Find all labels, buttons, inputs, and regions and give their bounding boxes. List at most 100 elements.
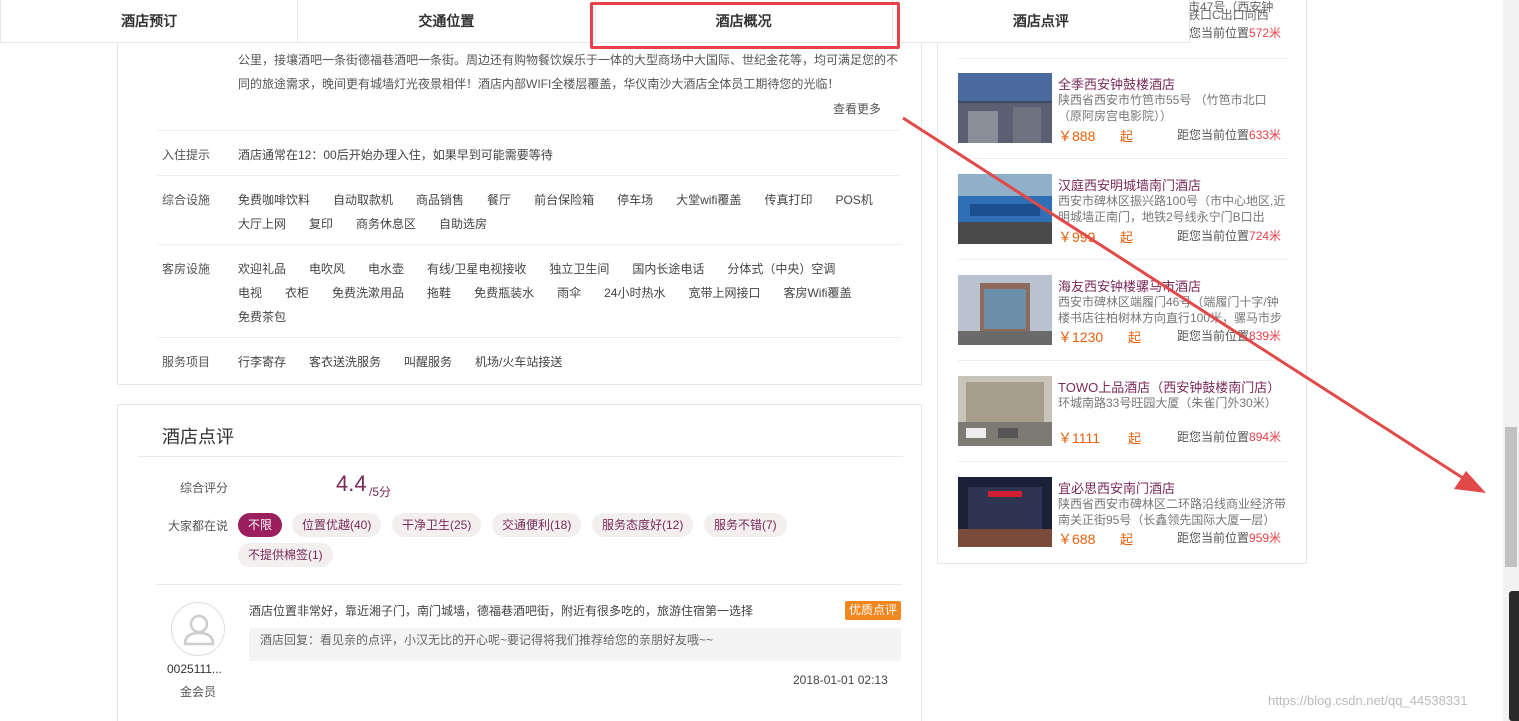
distance-value: 572米: [1249, 26, 1282, 40]
divider: [138, 456, 903, 457]
side-widget: [1509, 591, 1519, 721]
divider: [157, 584, 902, 585]
facility-item: 欢迎礼品: [238, 262, 287, 276]
facility-item: 免费洗漱用品: [332, 286, 405, 300]
hotel-photo[interactable]: [958, 275, 1052, 345]
hotel-photo[interactable]: [958, 477, 1052, 547]
facility-item: 商务休息区: [356, 217, 417, 231]
tag-all[interactable]: 不限: [238, 513, 283, 537]
hotel-name-link[interactable]: 海友西安钟楼骡马市酒店: [1058, 276, 1288, 295]
distance-prefix: 距您当前位置: [1177, 128, 1250, 142]
hotel-price: ￥888: [1058, 128, 1096, 144]
hotel-name-link[interactable]: TOWO上品酒店（西安钟鼓楼南门店）: [1058, 377, 1288, 396]
scrollbar-thumb[interactable]: [1505, 427, 1517, 567]
review-tag[interactable]: 服务态度好(12): [592, 513, 694, 537]
service-item: 机场/火车站接送: [475, 355, 563, 369]
facility-item: 衣柜: [285, 286, 310, 300]
score-label: 综合评分: [180, 481, 229, 495]
facility-item: 国内长途电话: [632, 262, 705, 276]
hotel-distance: 距您当前位置572米: [1177, 24, 1281, 41]
reviews-title: 酒店点评: [162, 427, 234, 447]
divider: [958, 58, 1288, 59]
divider: [157, 244, 900, 245]
hotel-address-fragment: 铁口C出口向西: [1188, 8, 1269, 22]
hotel-distance: 距您当前位置839米: [1177, 327, 1281, 344]
watermark: https://blog.csdn.net/qq_44538331: [1268, 693, 1468, 708]
distance-prefix: 距您当前位置: [1177, 430, 1250, 444]
facility-item: 电视: [238, 286, 263, 300]
facility-item: 大厅上网: [238, 217, 287, 231]
hotel-photo[interactable]: [958, 376, 1052, 446]
facility-item: POS机: [835, 193, 873, 207]
facility-item: 自助选房: [439, 217, 488, 231]
hotel-price: ￥688: [1058, 531, 1096, 547]
facility-item: 免费瓶装水: [474, 286, 535, 300]
room-facilities-row: 电视 衣柜 免费洗漱用品 拖鞋 免费瓶装水 雨伞 24小时热水 宽带上网接口 客…: [238, 284, 874, 301]
facility-item: 电吹风: [309, 262, 346, 276]
divider: [958, 259, 1288, 260]
tab-booking[interactable]: 酒店预订: [1, 0, 299, 42]
price-from-label: 起: [1120, 230, 1134, 245]
divider: [958, 461, 1288, 462]
hotel-photo[interactable]: [958, 174, 1052, 244]
tab-overview[interactable]: 酒店概况: [596, 0, 893, 42]
hotel-address: 西安市碑林区端履门46号（端履门十字/钟楼书店往柏树林方向直行100米，骡马市步: [1058, 295, 1283, 325]
tab-location[interactable]: 交通位置: [298, 0, 596, 42]
review-tag[interactable]: 服务不错(7): [704, 513, 787, 537]
hotel-reply: 酒店回复：看见亲的点评，小汉无比的开心呢~要记得将我们推荐给您的亲朋好友哦~~: [249, 628, 901, 661]
review-user-name: 0025111...: [167, 662, 222, 676]
divider: [958, 360, 1288, 361]
distance-prefix: 距您当前位置: [1177, 531, 1250, 545]
intro-line: 公里，接壤酒吧一条街德福巷酒吧一条街。周边还有购物餐饮娱乐于一体的大型商场中大国…: [238, 53, 899, 67]
review-tag[interactable]: 干净卫生(25): [392, 513, 482, 537]
facility-item: 停车场: [617, 193, 654, 207]
score-value: 4.4: [336, 471, 367, 496]
room-facilities-row: 欢迎礼品 电吹风 电水壶 有线/卫星电视接收 独立卫生间 国内长途电话 分体式（…: [238, 260, 858, 277]
review-user-level: 金会员: [180, 685, 217, 699]
room-facilities-label: 客房设施: [162, 262, 211, 276]
hotel-photo[interactable]: [958, 73, 1052, 143]
service-item: 叫醒服务: [404, 355, 453, 369]
avatar: [171, 602, 225, 656]
view-more-link[interactable]: 查看更多: [833, 100, 881, 117]
hotel-name-link[interactable]: 汉庭西安明城墙南门酒店: [1058, 175, 1288, 194]
facility-item: 自动取款机: [333, 193, 394, 207]
facility-item: 餐厅: [487, 193, 512, 207]
facility-item: 客房Wifi覆盖: [783, 286, 852, 300]
facility-item: 独立卫生间: [549, 262, 610, 276]
price-from-label: 起: [1120, 532, 1134, 547]
tab-bar: 酒店预订 交通位置 酒店概况 酒店点评: [0, 0, 1190, 43]
facility-item: 分体式（中央）空调: [727, 262, 836, 276]
hotel-name-link[interactable]: 宜必思西安南门酒店: [1058, 478, 1288, 497]
hotel-address: 陕西省西安市竹笆市55号 （竹笆市北口（原阿房宫电影院））: [1058, 93, 1267, 123]
hotel-price: ￥1111: [1058, 430, 1101, 446]
hotel-price: ￥999: [1058, 229, 1096, 245]
distance-value: 894米: [1249, 430, 1282, 444]
checkin-text: 酒店通常在12：00后开始办理入住，如果早到可能需要等待: [238, 148, 553, 162]
hotel-address: 陕西省西安市碑林区二环路沿线商业经济带南关正街95号（长鑫领先国际大厦一层）: [1058, 497, 1287, 527]
review-tag[interactable]: 不提供棉签(1): [238, 543, 333, 567]
divider: [958, 158, 1288, 159]
hotel-name-link[interactable]: 全季西安钟鼓楼酒店: [1058, 74, 1288, 93]
facility-item: 24小时热水: [604, 286, 666, 300]
quality-review-badge: 优质点评: [845, 601, 902, 620]
review-date: 2018-01-01 02:13: [793, 673, 888, 687]
facility-item: 免费咖啡饮料: [238, 193, 311, 207]
distance-prefix: 距您当前位置: [1177, 329, 1250, 343]
service-item: 行李寄存: [238, 355, 287, 369]
review-tag[interactable]: 位置优越(40): [292, 513, 382, 537]
hotel-distance: 距您当前位置633米: [1177, 126, 1281, 143]
review-tag[interactable]: 交通便利(18): [492, 513, 582, 537]
facility-item: 有线/卫星电视接收: [427, 262, 527, 276]
general-facilities-row: 免费咖啡饮料 自动取款机 商品销售 餐厅 前台保险箱 停车场 大堂wifi覆盖 …: [238, 191, 896, 208]
hotel-distance: 距您当前位置959米: [1177, 529, 1281, 546]
price-from-label: 起: [1120, 129, 1134, 144]
hotel-address: 西安市碑林区振兴路100号（市中心地区,近明城墙正南门，地铁2号线永宁门B口出: [1058, 194, 1286, 224]
review-text: 酒店位置非常好，靠近湘子门，南门城墙，德福巷酒吧街，附近有很多吃的，旅游住宿第一…: [249, 604, 754, 618]
tags-label: 大家都在说: [168, 519, 229, 533]
divider: [157, 175, 900, 176]
distance-value: 724米: [1249, 229, 1282, 243]
tab-reviews[interactable]: 酒店点评: [893, 0, 1189, 42]
facility-item: 传真打印: [764, 193, 813, 207]
facility-item: 商品销售: [416, 193, 465, 207]
